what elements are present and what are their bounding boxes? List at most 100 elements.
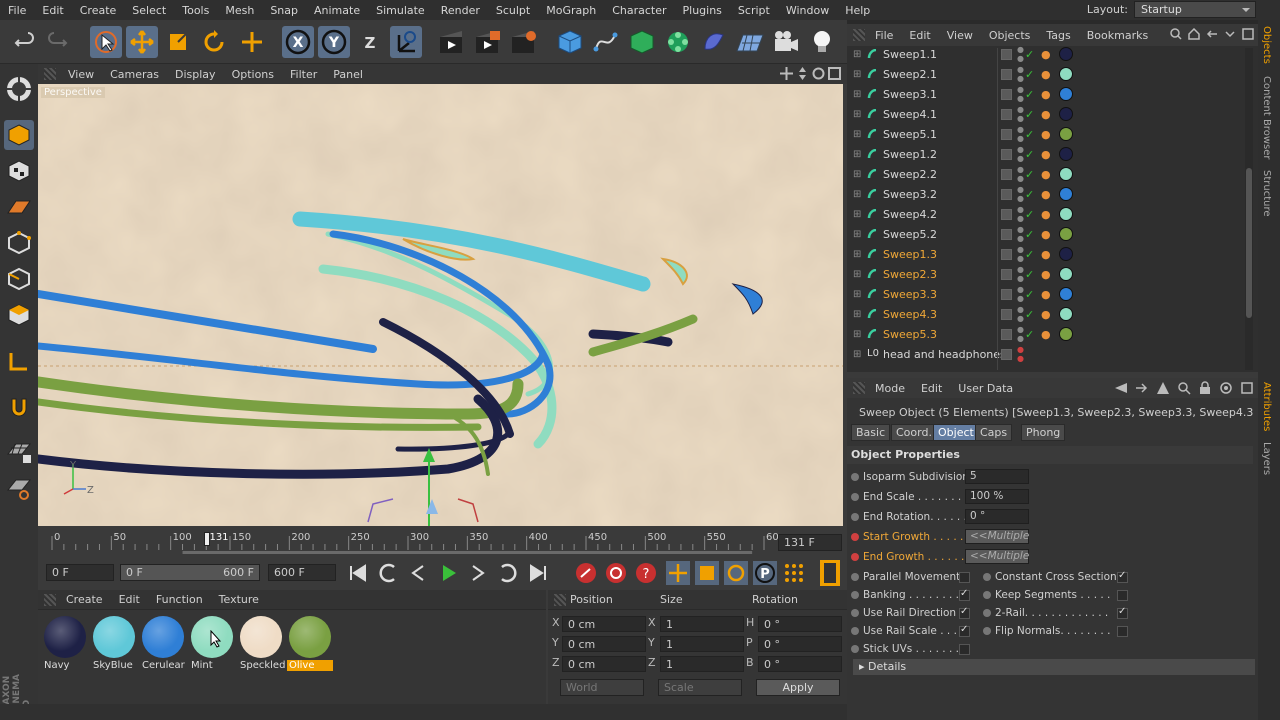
new-panel-icon[interactable] bbox=[1242, 28, 1254, 40]
range-slider[interactable]: 0 F 600 F bbox=[120, 564, 260, 581]
material-swatch-speckled[interactable]: Speckled bbox=[238, 614, 285, 674]
menu-snap[interactable]: Snap bbox=[262, 4, 306, 17]
previous-frame-icon[interactable] bbox=[406, 561, 430, 585]
target-icon[interactable] bbox=[1219, 381, 1233, 395]
animate-dot[interactable] bbox=[851, 533, 859, 541]
menu-script[interactable]: Script bbox=[730, 4, 778, 17]
object-row[interactable]: ⊞ Sweep1.3 ● ● ✓ ● bbox=[847, 244, 1243, 264]
up-arrow-icon[interactable] bbox=[1156, 381, 1170, 395]
rotation-p-field[interactable]: 0 ° bbox=[758, 636, 842, 652]
enabled-check-icon[interactable]: ✓ bbox=[1025, 248, 1034, 261]
new-panel-icon[interactable] bbox=[1240, 381, 1254, 395]
material-menu-function[interactable]: Function bbox=[148, 593, 211, 606]
object-scrollbar[interactable] bbox=[1245, 48, 1253, 370]
enabled-check-icon[interactable]: ✓ bbox=[1025, 88, 1034, 101]
phong-tag-icon[interactable]: ● bbox=[1041, 328, 1053, 341]
expand-icon[interactable]: ⊞ bbox=[853, 149, 861, 160]
size-mode-select[interactable]: Scale bbox=[658, 679, 742, 696]
floor-icon[interactable] bbox=[734, 26, 766, 58]
object-row[interactable]: ⊞ Sweep2.1 ● ● ✓ ● bbox=[847, 64, 1243, 84]
object-row[interactable]: ⊞ Sweep1.1 ● ● ✓ ● bbox=[847, 44, 1243, 64]
object-name[interactable]: Sweep3.1 bbox=[883, 88, 937, 101]
details-group[interactable]: ▸ Details bbox=[853, 659, 1255, 675]
expand-icon[interactable]: ⊞ bbox=[853, 69, 861, 80]
material-tag-icon[interactable] bbox=[1059, 127, 1073, 141]
viewport-menu-display[interactable]: Display bbox=[167, 68, 224, 81]
end-frame-field[interactable]: 600 F bbox=[268, 564, 336, 581]
viewport-menu-panel[interactable]: Panel bbox=[325, 68, 371, 81]
material-tag-icon[interactable] bbox=[1059, 87, 1073, 101]
object-name[interactable]: Sweep5.1 bbox=[883, 128, 937, 141]
object-row[interactable]: ⊞ Sweep2.2 ● ● ✓ ● bbox=[847, 164, 1243, 184]
menu-tools[interactable]: Tools bbox=[174, 4, 217, 17]
expand-icon[interactable]: ⊞ bbox=[853, 349, 861, 360]
visibility-toggle[interactable] bbox=[1001, 288, 1012, 300]
object-row[interactable]: ⊞ Sweep4.1 ● ● ✓ ● bbox=[847, 104, 1243, 124]
last-tool-icon[interactable] bbox=[236, 26, 268, 58]
camera-icon[interactable] bbox=[770, 26, 802, 58]
editor-render-dots[interactable]: ● ● bbox=[1017, 145, 1024, 163]
visibility-toggle[interactable] bbox=[1001, 268, 1012, 280]
start-frame-field[interactable]: 0 F bbox=[46, 564, 114, 581]
key-point-level-icon[interactable] bbox=[782, 561, 806, 585]
object-row[interactable]: ⊞ Sweep3.2 ● ● ✓ ● bbox=[847, 184, 1243, 204]
checkbox[interactable] bbox=[959, 643, 970, 655]
phong-tag-icon[interactable]: ● bbox=[1041, 128, 1053, 141]
polygons-mode-icon[interactable] bbox=[4, 300, 34, 330]
animate-dot[interactable] bbox=[851, 513, 859, 521]
position-z-field[interactable]: 0 cm bbox=[562, 656, 646, 672]
forward-arrow-icon[interactable] bbox=[1135, 381, 1149, 395]
object-name[interactable]: Sweep5.2 bbox=[883, 228, 937, 241]
animate-dot[interactable] bbox=[983, 627, 991, 635]
current-frame-field[interactable]: 131 F bbox=[778, 534, 842, 551]
dock-tab-layers[interactable]: Layers bbox=[1261, 442, 1272, 475]
checkbox[interactable] bbox=[959, 606, 970, 619]
tab-caps[interactable]: Caps bbox=[975, 424, 1013, 441]
visibility-toggle[interactable] bbox=[1001, 168, 1012, 180]
orbit-icon[interactable] bbox=[812, 67, 825, 80]
enabled-check-icon[interactable]: ✓ bbox=[1025, 328, 1034, 341]
menu-window[interactable]: Window bbox=[778, 4, 837, 17]
world-coord-icon[interactable] bbox=[390, 26, 422, 58]
editor-render-dots[interactable]: ● ● bbox=[1017, 185, 1024, 203]
texture-mode-icon[interactable] bbox=[4, 156, 34, 186]
menu-character[interactable]: Character bbox=[604, 4, 674, 17]
editor-render-dots[interactable]: ● ● bbox=[1017, 285, 1024, 303]
viewport[interactable]: Y Z Perspective bbox=[38, 84, 843, 526]
material-tag-icon[interactable] bbox=[1059, 207, 1073, 221]
model-mode-icon[interactable] bbox=[4, 120, 34, 150]
menu-animate[interactable]: Animate bbox=[306, 4, 368, 17]
y-axis-icon[interactable]: Y bbox=[318, 26, 350, 58]
menu-sculpt[interactable]: Sculpt bbox=[488, 4, 538, 17]
phong-tag-icon[interactable]: ● bbox=[1041, 248, 1053, 261]
property-value-field[interactable]: 100 % bbox=[965, 489, 1029, 504]
redo-icon[interactable] bbox=[42, 26, 74, 58]
tab-object[interactable]: Object bbox=[933, 424, 979, 441]
go-to-end-icon[interactable] bbox=[526, 561, 550, 585]
enabled-check-icon[interactable]: ✓ bbox=[1025, 108, 1034, 121]
enabled-check-icon[interactable]: ✓ bbox=[1025, 128, 1034, 141]
phong-tag-icon[interactable]: ● bbox=[1041, 188, 1053, 201]
menu-simulate[interactable]: Simulate bbox=[368, 4, 433, 17]
animate-dot[interactable] bbox=[851, 609, 859, 617]
previous-key-icon[interactable] bbox=[376, 561, 400, 585]
key-position-icon[interactable] bbox=[666, 561, 690, 585]
position-x-field[interactable]: 0 cm bbox=[562, 616, 646, 632]
object-menu-tags[interactable]: Tags bbox=[1038, 29, 1078, 42]
material-menu-texture[interactable]: Texture bbox=[211, 593, 267, 606]
object-menu-bookmarks[interactable]: Bookmarks bbox=[1079, 29, 1156, 42]
material-swatch-cerulear[interactable]: Cerulear bbox=[140, 614, 186, 674]
material-menu-edit[interactable]: Edit bbox=[111, 593, 148, 606]
viewport-menu-filter[interactable]: Filter bbox=[282, 68, 325, 81]
material-swatch-skyblue[interactable]: SkyBlue bbox=[91, 614, 137, 674]
attribute-menu-mode[interactable]: Mode bbox=[867, 382, 913, 395]
material-tag-icon[interactable] bbox=[1059, 327, 1073, 341]
render-view-icon[interactable] bbox=[436, 26, 468, 58]
menu-select[interactable]: Select bbox=[124, 4, 174, 17]
light-icon[interactable] bbox=[806, 26, 838, 58]
visibility-toggle[interactable] bbox=[1001, 348, 1012, 360]
editor-render-dots[interactable]: ● ● bbox=[1017, 65, 1024, 83]
object-row[interactable]: ⊞ Sweep3.3 ● ● ✓ ● bbox=[847, 284, 1243, 304]
animate-dot[interactable] bbox=[983, 573, 991, 581]
animate-dot[interactable] bbox=[851, 645, 859, 653]
